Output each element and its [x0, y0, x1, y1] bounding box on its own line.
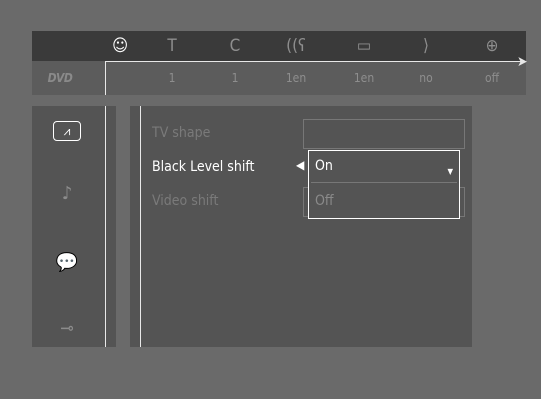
tv-shape-field[interactable] [303, 119, 465, 149]
title-icon[interactable]: T [148, 31, 196, 61]
top-value: 1en [285, 71, 307, 85]
top-value: off [484, 71, 500, 85]
tv-shape-label[interactable]: TV shape [152, 124, 210, 142]
dropdown-separator [311, 182, 457, 183]
audio-language-icon[interactable]: ((ʕ [272, 31, 320, 61]
sound-icon[interactable]: ♪ [46, 179, 88, 209]
video-shift-label[interactable]: Video shift [152, 192, 218, 210]
divider-line [105, 61, 106, 95]
zoom-icon[interactable]: ⊕ [468, 31, 516, 61]
option-off[interactable]: Off [315, 192, 334, 210]
angle-icon[interactable]: ⟩ [402, 31, 450, 61]
top-value: 1 [168, 71, 176, 85]
icon-glyph: ⩘ [53, 121, 81, 141]
features-icon[interactable]: ⊸ [46, 314, 88, 344]
dvd-logo: DVD [47, 71, 73, 85]
settings-divider-line [140, 106, 141, 347]
picture-icon[interactable]: ⩘ [46, 115, 88, 145]
arrow-right-icon: ➤ [517, 54, 528, 70]
black-level-dropdown[interactable]: On ▼ Off [308, 150, 460, 219]
subtitle-icon[interactable]: ▭ [340, 31, 388, 61]
pointer-left-icon: ◀ [296, 158, 305, 172]
language-icon[interactable]: 💬 [46, 248, 88, 278]
user-preferences-icon[interactable]: ☺ [96, 31, 144, 61]
top-value: 1 [231, 71, 239, 85]
top-value: 1en [353, 71, 375, 85]
option-on[interactable]: On [315, 157, 333, 175]
chapter-icon[interactable]: C [211, 31, 259, 61]
black-level-shift-label[interactable]: Black Level shift [152, 158, 254, 176]
dropdown-arrow-icon: ▼ [447, 167, 453, 176]
left-divider-line [105, 106, 106, 347]
top-value: no [419, 71, 433, 85]
